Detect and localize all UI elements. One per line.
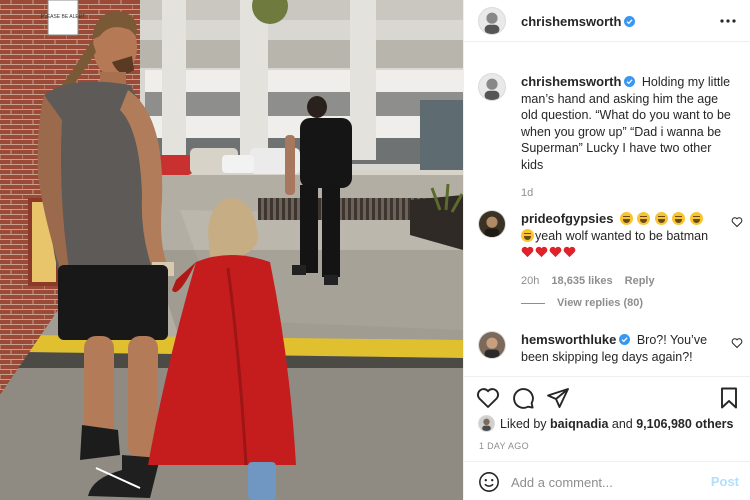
comment-likes[interactable]: 18,635 likes — [551, 275, 612, 287]
post-header: chrishemsworth — [464, 0, 750, 42]
liked-by-label: Liked by — [500, 417, 547, 431]
post-photo[interactable]: PLEASE BE ALERT — [0, 0, 463, 500]
post-date[interactable]: 1 DAY AGO — [479, 441, 529, 451]
like-comment-heart-icon[interactable] — [731, 216, 743, 228]
liker-avatar-image — [479, 416, 494, 431]
comment-username[interactable]: prideofgypsies — [521, 211, 613, 226]
likes-text: Liked by baiqnadia and 9,106,980 others — [500, 417, 734, 431]
verified-badge-icon — [624, 76, 636, 87]
like-comment-heart-icon[interactable] — [731, 337, 743, 349]
emoji-smiley-icon[interactable] — [478, 471, 500, 493]
post-sidebar: chrishemsworth chrishemsworth Holding my… — [463, 0, 750, 500]
and-label: and — [611, 417, 633, 431]
author-username[interactable]: chrishemsworth — [521, 14, 636, 29]
commenter-avatar-image — [479, 211, 505, 237]
author-avatar-image — [479, 8, 505, 34]
like-heart-icon[interactable] — [476, 386, 500, 410]
comment-bubble-icon[interactable] — [511, 386, 535, 410]
comment-body: hemsworthluke Bro?! You’ve been skipping… — [521, 332, 721, 365]
caption-avatar-image — [479, 74, 505, 100]
save-bookmark-icon[interactable] — [717, 386, 741, 410]
comment-time[interactable]: 20h — [521, 275, 539, 287]
post-comment-button[interactable]: Post — [711, 474, 739, 489]
caption-text: Holding my little man’s hand and asking … — [521, 75, 731, 172]
caption-meta: 1d — [521, 185, 736, 202]
reply-button[interactable]: Reply — [625, 275, 655, 287]
comment-meta: 20h 18,635 likes Reply — [521, 273, 721, 290]
red-heart-emoji-icon — [521, 245, 577, 259]
comment-avatar[interactable] — [478, 331, 506, 359]
comment-text: yeah wolf wanted to be batman — [535, 228, 709, 243]
comment-username[interactable]: hemsworthluke — [521, 332, 631, 347]
add-comment-bar: Post — [464, 461, 750, 500]
verified-badge-icon — [619, 334, 631, 345]
caption-body: chrishemsworth Holding my little man’s h… — [521, 74, 736, 202]
comments-list[interactable]: chrishemsworth Holding my little man’s h… — [464, 43, 750, 375]
author-avatar[interactable] — [478, 7, 506, 35]
others-count-link[interactable]: 9,106,980 others — [636, 417, 733, 431]
caption-username[interactable]: chrishemsworth — [521, 74, 636, 89]
commenter-avatar-image — [479, 332, 505, 358]
more-options-icon[interactable] — [717, 10, 739, 32]
share-paper-plane-icon[interactable] — [546, 386, 570, 410]
caption-avatar[interactable] — [478, 73, 506, 101]
liker-avatar[interactable] — [478, 415, 495, 432]
comment-input[interactable] — [511, 473, 701, 491]
view-replies-button[interactable]: View replies (80) — [521, 297, 643, 309]
verified-badge-icon — [624, 16, 636, 27]
comment-avatar[interactable] — [478, 210, 506, 238]
caption-time[interactable]: 1d — [521, 187, 533, 199]
post-image: PLEASE BE ALERT — [0, 0, 463, 500]
wall-sign-text: PLEASE BE ALERT — [41, 14, 86, 20]
comment-body: prideofgypsies yeah wolf wanted to be ba… — [521, 211, 721, 289]
liked-by-user-link[interactable]: baiqnadia — [550, 417, 608, 431]
